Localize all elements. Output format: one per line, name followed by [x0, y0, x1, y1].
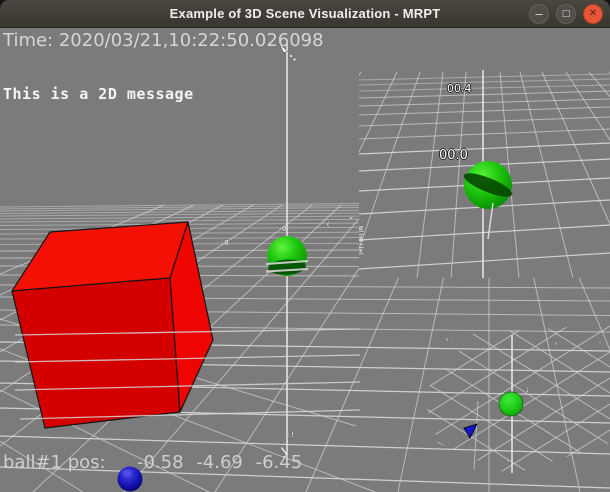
ball-position-label: ball#1 pos: [3, 452, 106, 473]
br-grid-canvas [412, 325, 610, 492]
time-overlay-text: Time: 2020/03/21,10:22:50.026098 [3, 30, 324, 51]
titlebar[interactable]: Example of 3D Scene Visualization - MRPT… [0, 0, 610, 28]
br-tick-1: ˣ˙ [445, 337, 453, 345]
viewport-bottom-right[interactable]: ˣ˙ ˣ ˙; ˣ. · [412, 325, 610, 492]
app-window: Example of 3D Scene Visualization - MRPT… [0, 0, 610, 492]
viewport-top-right[interactable]: 00.4 00.0 N||≡|||≡| [359, 54, 610, 278]
br-tick-2: ˣ [554, 341, 558, 349]
tr-label-far: 00.4 [447, 82, 472, 95]
tr-edge-ticks: N||≡|||≡| [359, 226, 363, 255]
window-title: Example of 3D Scene Visualization - MRPT [170, 6, 441, 21]
red-cube [12, 222, 213, 428]
br-tick-3: ˙; [521, 385, 529, 393]
minimize-button[interactable]: − [529, 4, 549, 24]
main-3d-viewport[interactable]: Time: 2020/03/21,10:22:50.026098 This is… [0, 28, 610, 492]
green-sphere-topdown [499, 392, 523, 416]
axis-tick-paren-b: « [349, 214, 353, 222]
axis-tick-bottom: :! [286, 431, 294, 439]
ball-position-values: -0.58 -4.69 -6.45 [137, 452, 302, 473]
br-tick-4: ˣ. [506, 458, 514, 466]
green-sphere-clone [460, 157, 520, 247]
maximize-button[interactable]: □ [556, 4, 576, 24]
axis-tick-zero: :0 [220, 239, 228, 247]
axis-tick-paren-a: ( [326, 221, 330, 229]
axis-tick-top: 0 [282, 225, 286, 233]
br-tick-5: · [598, 339, 602, 347]
close-button[interactable]: ✕ [583, 4, 603, 24]
window-controls: − □ ✕ [529, 4, 603, 24]
